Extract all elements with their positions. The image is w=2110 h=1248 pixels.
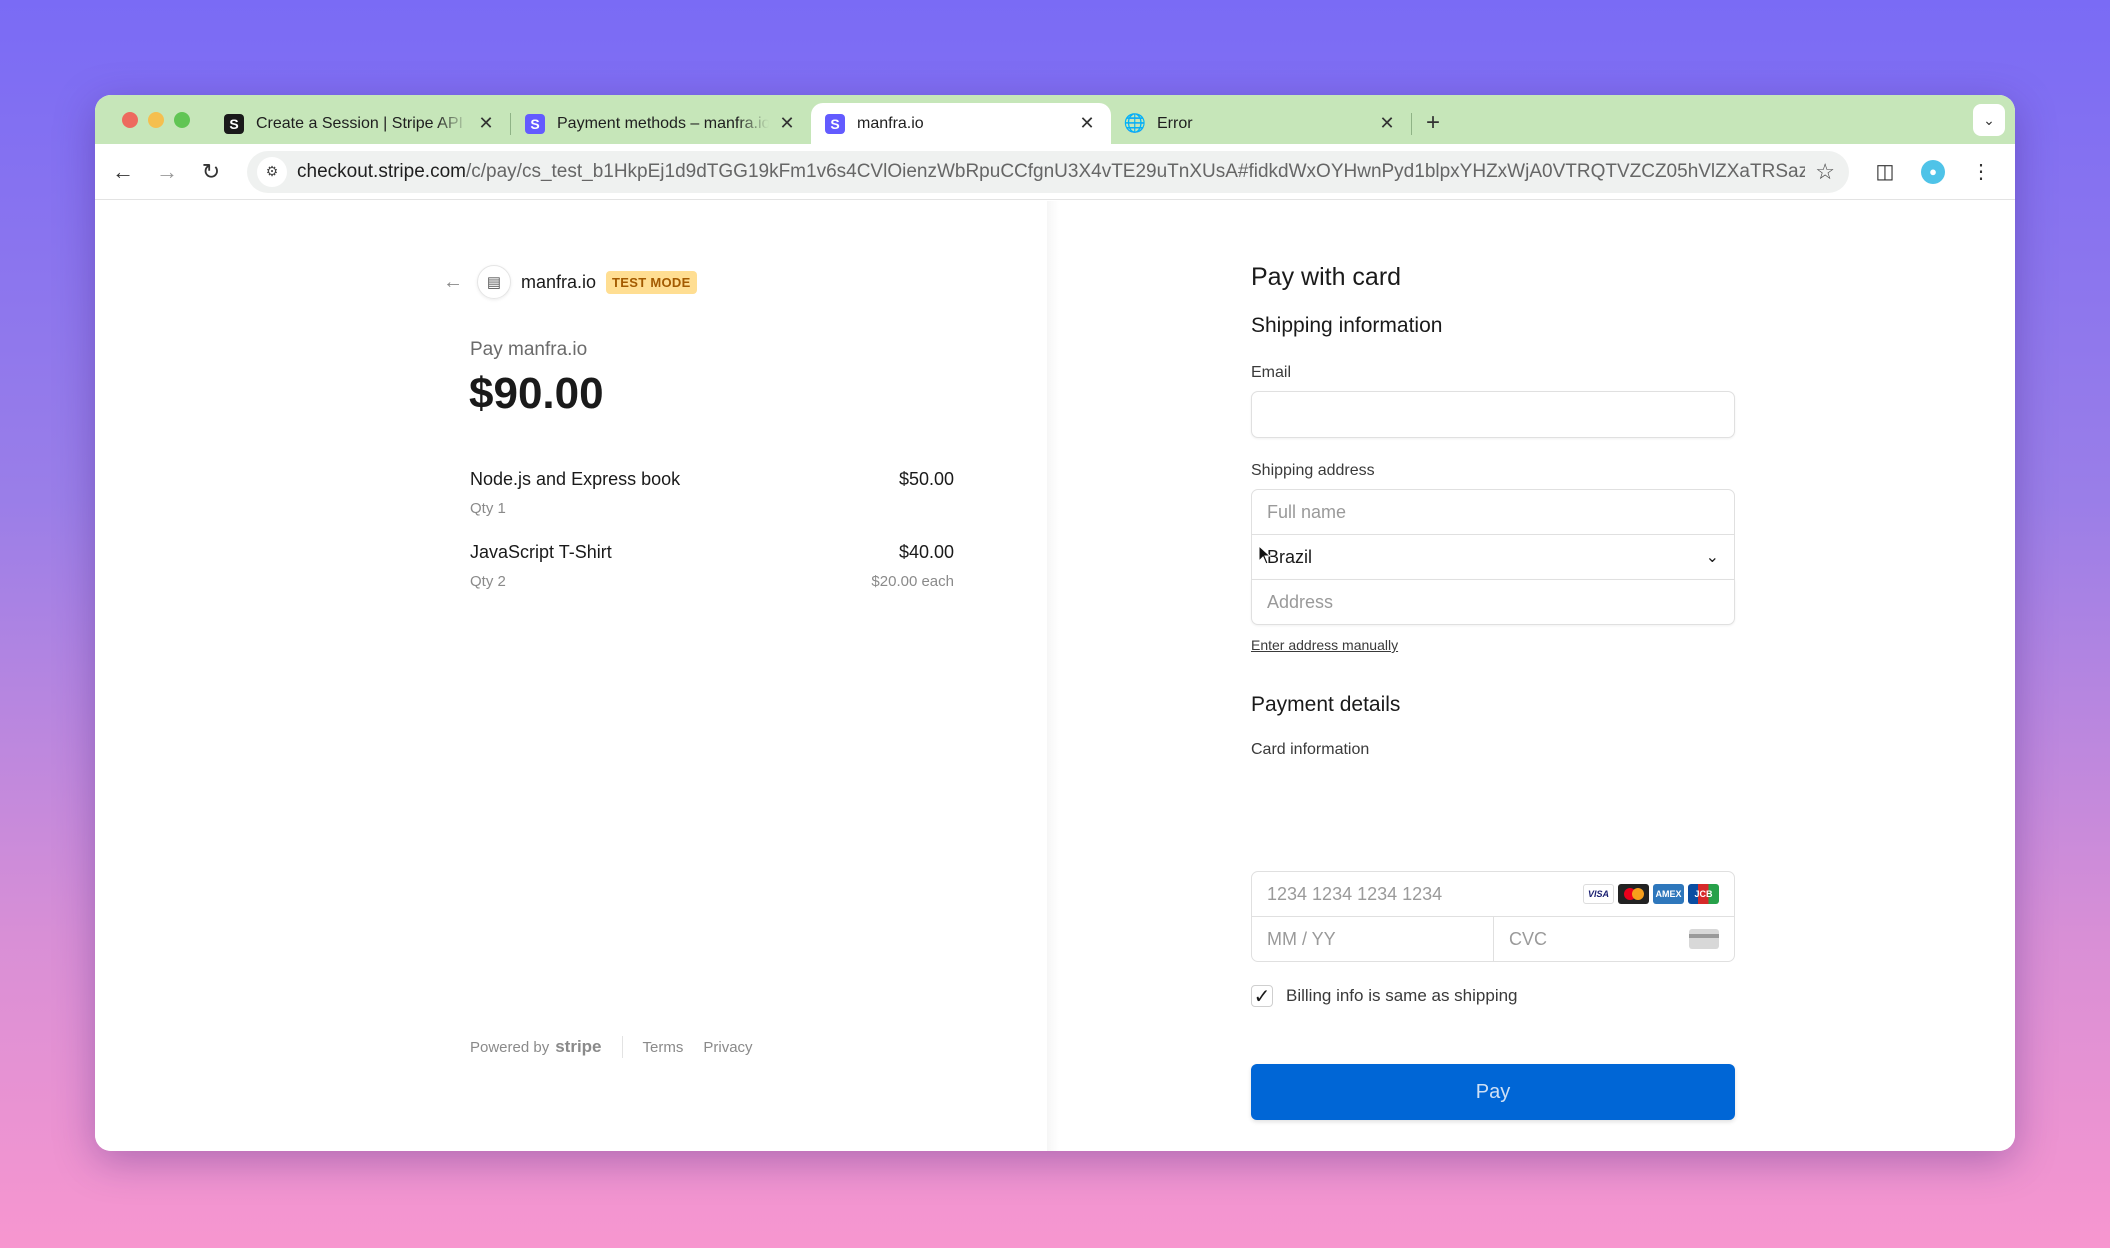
back-arrow-icon[interactable]: ←	[443, 271, 463, 294]
site-settings-icon[interactable]: ⚙	[257, 156, 287, 187]
country-value: Brazil	[1267, 546, 1313, 567]
line-item: JavaScript T-Shirt $40.00 Qty 2 $20.00 e…	[470, 542, 954, 590]
pane-divider	[1047, 201, 1059, 1151]
email-label: Email	[1251, 364, 1292, 381]
url-text[interactable]: checkout.stripe.com/c/pay/cs_test_b1HkpE…	[297, 161, 1805, 183]
footer-divider	[621, 1036, 623, 1058]
toolbar-actions: ◫ ● ⋮	[1873, 159, 1993, 184]
cvc-card-icon	[1689, 929, 1719, 949]
pay-to-label: Pay manfra.io	[470, 339, 588, 360]
stripe-logo[interactable]: stripe	[555, 1037, 601, 1057]
card-info-label: Card information	[1251, 741, 1370, 758]
item-unit-price: $20.00 each	[871, 573, 954, 590]
amex-icon: AMEX	[1653, 884, 1684, 904]
browser-window: S Create a Session | Stripe API Referenc…	[95, 95, 2015, 1151]
tab-search-chevron-icon[interactable]: ⌄	[1973, 104, 2005, 136]
tab-title: Error	[1157, 114, 1193, 132]
store-icon: ▤	[477, 265, 511, 299]
window-controls	[122, 111, 190, 128]
visa-icon: VISA	[1583, 884, 1614, 904]
maximize-window-button[interactable]	[174, 111, 190, 128]
email-field[interactable]	[1251, 391, 1735, 438]
item-name: Node.js and Express book	[470, 469, 681, 489]
bookmark-star-icon[interactable]: ☆	[1815, 159, 1835, 185]
tab-payment-methods[interactable]: S Payment methods – manfra.io ✕	[511, 103, 811, 144]
url-path: /c/pay/cs_test_b1HkpEj1d9dTGG19kFm1v6s4C…	[465, 160, 1806, 182]
billing-same-row[interactable]: ✓ Billing info is same as shipping	[1251, 985, 1518, 1008]
tab-stripe-api[interactable]: S Create a Session | Stripe API Referenc…	[210, 103, 510, 144]
billing-same-label: Billing info is same as shipping	[1286, 986, 1518, 1005]
tab-close-icon[interactable]: ✕	[1077, 113, 1097, 134]
enter-address-manually-link[interactable]: Enter address manually	[1251, 637, 1398, 653]
new-tab-button[interactable]: +	[1426, 109, 1440, 137]
mastercard-icon	[1618, 884, 1649, 904]
merchant-name[interactable]: manfra.io	[521, 272, 596, 293]
test-mode-badge: TEST MODE	[606, 270, 697, 294]
item-name: JavaScript T-Shirt	[470, 542, 612, 562]
tab-close-icon[interactable]: ✕	[476, 113, 496, 134]
form-title: Pay with card	[1251, 263, 1402, 291]
item-price: $40.00	[898, 542, 954, 562]
more-menu-icon[interactable]: ⋮	[1969, 159, 1993, 184]
mouse-pointer-icon	[1258, 545, 1272, 565]
address-input[interactable]: Address	[1251, 579, 1735, 625]
tab-strip: S Create a Session | Stripe API Referenc…	[95, 95, 2015, 144]
address-bar[interactable]: ⚙ checkout.stripe.com/c/pay/cs_test_b1Hk…	[247, 150, 1849, 193]
forward-arrow-icon[interactable]: →	[145, 159, 189, 185]
tab-title: Create a Session | Stripe API Reference	[256, 114, 468, 132]
url-host: checkout.stripe.com	[297, 160, 466, 182]
jcb-icon: JCB	[1688, 884, 1719, 904]
powered-by-text: Powered by	[470, 1038, 550, 1056]
total-amount: $90.00	[469, 369, 604, 418]
payment-heading: Payment details	[1251, 693, 1401, 716]
checkout-footer: Powered by stripe Terms Privacy	[470, 1036, 773, 1058]
tab-title: Payment methods – manfra.io	[557, 114, 769, 132]
checkout-page: ← ▤ manfra.io TEST MODE Pay manfra.io $9…	[95, 201, 2015, 1151]
chevron-down-icon: ⌄	[1705, 549, 1719, 566]
reload-icon[interactable]: ↻	[189, 159, 233, 185]
tab-manfra-checkout[interactable]: S manfra.io ✕	[811, 103, 1111, 144]
country-select[interactable]: Brazil ⌄	[1251, 534, 1735, 580]
terms-link[interactable]: Terms	[643, 1039, 684, 1056]
line-item: Node.js and Express book $50.00 Qty 1	[470, 469, 954, 517]
shipping-heading: Shipping information	[1251, 314, 1443, 337]
item-price: $50.00	[898, 469, 954, 489]
extension-icon[interactable]: ●	[1921, 159, 1945, 184]
pay-button[interactable]: Pay	[1251, 1064, 1735, 1120]
tab-close-icon[interactable]: ✕	[777, 113, 797, 134]
privacy-link[interactable]: Privacy	[703, 1039, 752, 1056]
tab-separator	[1411, 112, 1412, 135]
minimize-window-button[interactable]	[148, 111, 164, 128]
card-number-input[interactable]: 1234 1234 1234 1234 VISA AMEX JCB	[1251, 871, 1735, 917]
side-panel-icon[interactable]: ◫	[1873, 159, 1897, 184]
globe-icon: 🌐	[1123, 113, 1147, 133]
payment-form-pane: Pay with card Shipping information Email…	[1059, 201, 2015, 1151]
tab-error[interactable]: 🌐 Error ✕	[1111, 103, 1411, 144]
card-number-placeholder: 1234 1234 1234 1234	[1267, 883, 1443, 904]
tab-title: manfra.io	[857, 114, 924, 132]
item-qty: Qty 2	[470, 573, 506, 590]
stripe-favicon-icon: S	[825, 113, 845, 134]
billing-same-checkbox[interactable]: ✓	[1251, 985, 1273, 1008]
browser-toolbar: ← → ↻ ⚙ checkout.stripe.com/c/pay/cs_tes…	[95, 144, 2015, 200]
shipping-address-label: Shipping address	[1251, 462, 1375, 479]
cvc-input[interactable]: CVC	[1493, 916, 1735, 962]
back-arrow-icon[interactable]: ←	[101, 159, 145, 185]
cvc-placeholder: CVC	[1509, 928, 1548, 949]
stripe-favicon-icon: S	[525, 113, 545, 134]
full-name-input[interactable]: Full name	[1251, 489, 1735, 535]
merchant-header: ← ▤ manfra.io TEST MODE	[443, 265, 697, 299]
stripe-docs-favicon-icon: S	[224, 113, 244, 134]
close-window-button[interactable]	[122, 111, 138, 128]
card-brands: VISA AMEX JCB	[1583, 884, 1719, 904]
tab-close-icon[interactable]: ✕	[1377, 113, 1397, 134]
expiry-input[interactable]: MM / YY	[1251, 916, 1494, 962]
order-summary-pane: ← ▤ manfra.io TEST MODE Pay manfra.io $9…	[95, 201, 1047, 1151]
item-qty: Qty 1	[470, 500, 506, 517]
